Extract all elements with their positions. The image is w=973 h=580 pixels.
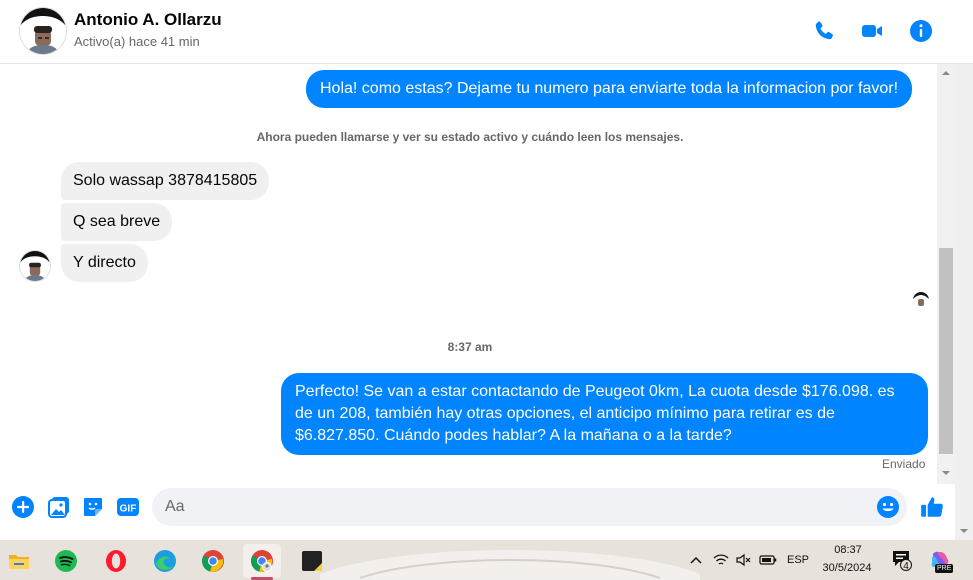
wifi-icon[interactable] (711, 548, 731, 572)
show-hidden-icons-chevron-icon[interactable] (686, 548, 706, 572)
opera-icon[interactable] (97, 544, 135, 578)
notification-count-badge: 4 (903, 561, 909, 572)
clock-time[interactable]: 08:37 (822, 544, 874, 556)
like-thumb-icon[interactable] (919, 494, 945, 520)
message-text-line: de un 208, también hay otras opciones, e… (295, 405, 835, 422)
message-text: Q sea breve (73, 213, 161, 230)
incoming-message-bubble[interactable]: Solo wassap 3878415805 (61, 162, 270, 200)
message-text-line: $6.827.850. Cuándo podes hablar? A la ma… (295, 427, 732, 444)
message-text: Y directo (73, 254, 136, 271)
message-text: Hola! como estas? Dejame tu numero para … (320, 80, 899, 97)
clock-date[interactable]: 30/5/2024 (814, 562, 880, 574)
message-input[interactable] (152, 488, 907, 526)
info-icon[interactable] (908, 18, 934, 44)
scroll-down-arrow-icon[interactable] (939, 466, 953, 478)
scroll-up-arrow-icon[interactable] (939, 66, 953, 78)
read-receipt-avatar (913, 292, 929, 308)
outgoing-message-bubble[interactable]: Perfecto! Se van a estar contactando de … (281, 373, 928, 455)
sent-status: Enviado (882, 457, 926, 471)
contact-avatar[interactable] (20, 8, 66, 54)
message-text: Solo wassap 3878415805 (73, 172, 258, 189)
spotify-icon[interactable] (47, 544, 85, 578)
contact-active-status: Activo(a) hace 41 min (74, 34, 200, 49)
outgoing-message-bubble[interactable]: Hola! como estas? Dejame tu numero para … (306, 70, 913, 108)
phone-icon[interactable] (811, 18, 837, 44)
taskbar-wallpaper (320, 550, 700, 580)
messenger-window: Antonio A. Ollarzu Activo(a) hace 41 min… (0, 0, 973, 580)
emoji-icon[interactable] (876, 495, 900, 519)
edge-icon[interactable] (146, 544, 184, 578)
chrome-profile-icon[interactable] (243, 544, 281, 578)
gallery-icon[interactable] (47, 495, 71, 519)
incoming-message-bubble[interactable]: Y directo (61, 244, 148, 282)
gif-label: GIF (120, 504, 137, 515)
sender-avatar[interactable] (20, 251, 50, 281)
message-text-line: Perfecto! Se van a estar contactando de … (295, 383, 895, 400)
sticky-notes-icon[interactable] (293, 544, 331, 578)
battery-icon[interactable] (757, 548, 779, 572)
preview-badge: PRE (935, 564, 954, 573)
contact-name[interactable]: Antonio A. Ollarzu (74, 10, 222, 30)
video-camera-icon[interactable] (859, 18, 885, 44)
chat-header: Antonio A. Ollarzu Activo(a) hace 41 min (0, 0, 973, 64)
scrollbar-thumb[interactable] (939, 248, 953, 454)
gif-icon[interactable]: GIF (116, 495, 140, 519)
incoming-message-bubble[interactable]: Q sea breve (61, 203, 173, 241)
chrome-icon[interactable] (194, 544, 232, 578)
sticker-icon[interactable] (81, 495, 105, 519)
add-circle-icon[interactable] (11, 495, 35, 519)
volume-muted-icon[interactable] (733, 548, 753, 572)
window-edge (955, 64, 973, 540)
connection-notice: Ahora pueden llamarse y ver su estado ac… (256, 130, 684, 144)
input-language[interactable]: ESP (784, 548, 812, 572)
file-explorer-icon[interactable] (0, 544, 38, 578)
message-timestamp: 8:37 am (447, 340, 493, 354)
window-resize-handle[interactable] (957, 524, 971, 536)
